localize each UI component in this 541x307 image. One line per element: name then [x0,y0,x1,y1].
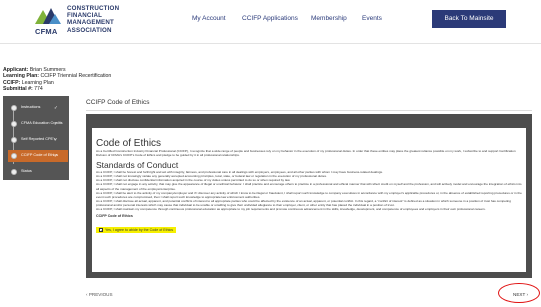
nav-my-account[interactable]: My Account [192,15,226,22]
standard-item: As a CCIFP, I shall disclose all actual,… [96,198,511,207]
applicant-info: Applicant: Brian Summers Learning Plan: … [3,67,111,92]
step-dot-icon [11,137,17,143]
applicant-name: Brian Summers [29,67,66,73]
step-label: CCIFP Code of Ethics [21,153,59,157]
signature-label: CCIFP Code of Ethics [96,214,133,219]
checkmark-icon: ✓ [54,105,58,110]
learning-plan-label: Learning Plan: [3,73,40,80]
submittal-number: 774 [34,85,43,92]
submittal-label: Submittal #: [3,85,33,92]
learning-plan-value: CCIFP Triennial Recertification [40,73,112,80]
step-instructions[interactable]: Instructions ✓ [8,102,68,114]
agree-checkbox[interactable]: ✓ [99,228,103,233]
ccifp-label: CCIFP: [3,79,21,86]
title-divider [86,110,532,111]
progress-sidebar: Instructions ✓ CFMA Education Credits ✓ … [3,96,69,180]
previous-button[interactable]: ‹ PREVIOUS [86,292,113,297]
back-to-mainsite-button[interactable]: Back To Mainsite [432,10,506,28]
logo-abbrev: CFMA [35,27,58,36]
ccifp-value: Learning Plan [21,79,54,86]
step-dot-icon [11,121,17,127]
checkmark-icon: ✓ [54,137,58,142]
step-label: Instructions [21,105,41,109]
nav-membership[interactable]: Membership [311,15,347,22]
logo-line: MANAGEMENT [67,19,115,27]
nav-ccifp-applications[interactable]: CCIFP Applications [242,15,298,22]
ethics-intro: As a Certified Construction Industry Fin… [96,149,516,158]
logo-line: CONSTRUCTION [67,5,120,12]
page-title: CCIFP Code of Ethics [86,99,150,106]
annotation-circle [498,283,540,303]
checkmark-icon: ✓ [54,153,58,158]
standard-item: As a CCIFP, I shall maintain my competen… [96,207,486,212]
standard-item: As a CCIFP, I shall be alert to the acti… [96,190,522,199]
step-self-reported-cpe[interactable]: Self Reported CPE's ✓ [8,134,68,146]
step-education-credits[interactable]: CFMA Education Credits ✓ [8,118,68,130]
step-dot-icon [11,105,17,111]
standard-item: As a CCIFP, I shall not engage in any ac… [96,182,522,191]
checkmark-icon: ✓ [54,121,58,126]
ethics-content: Code of Ethics As a Certified Constructi… [92,128,526,272]
agree-label: Yes, I agree to abide by the Code of Eth… [105,228,173,233]
applicant-label: Applicant: [3,67,29,73]
ethics-panel: Code of Ethics As a Certified Constructi… [86,114,532,278]
step-label: Self Reported CPE's [21,137,56,141]
standards-heading: Standards of Conduct [96,160,179,171]
cfma-logo[interactable]: CFMA CONSTRUCTION FINANCIAL MANAGEMENT A… [33,4,128,38]
site-header: CFMA CONSTRUCTION FINANCIAL MANAGEMENT A… [0,0,541,44]
agree-checkbox-row[interactable]: ✓ Yes, I agree to abide by the Code of Et… [96,227,176,234]
nav-events[interactable]: Events [362,15,382,22]
logo-wordmark: CONSTRUCTION FINANCIAL MANAGEMENT ASSOCI… [67,5,119,34]
step-dot-icon [11,169,17,175]
logo-line: ASSOCIATION [67,26,112,34]
step-label: Status [21,169,32,173]
step-status[interactable]: Status [8,166,68,178]
step-code-of-ethics[interactable]: CCIFP Code of Ethics ✓ [8,150,68,162]
previous-label: PREVIOUS [88,292,113,297]
step-dot-icon [11,153,17,159]
logo-line: FINANCIAL [67,12,103,20]
code-of-ethics-heading: Code of Ethics [96,138,162,149]
